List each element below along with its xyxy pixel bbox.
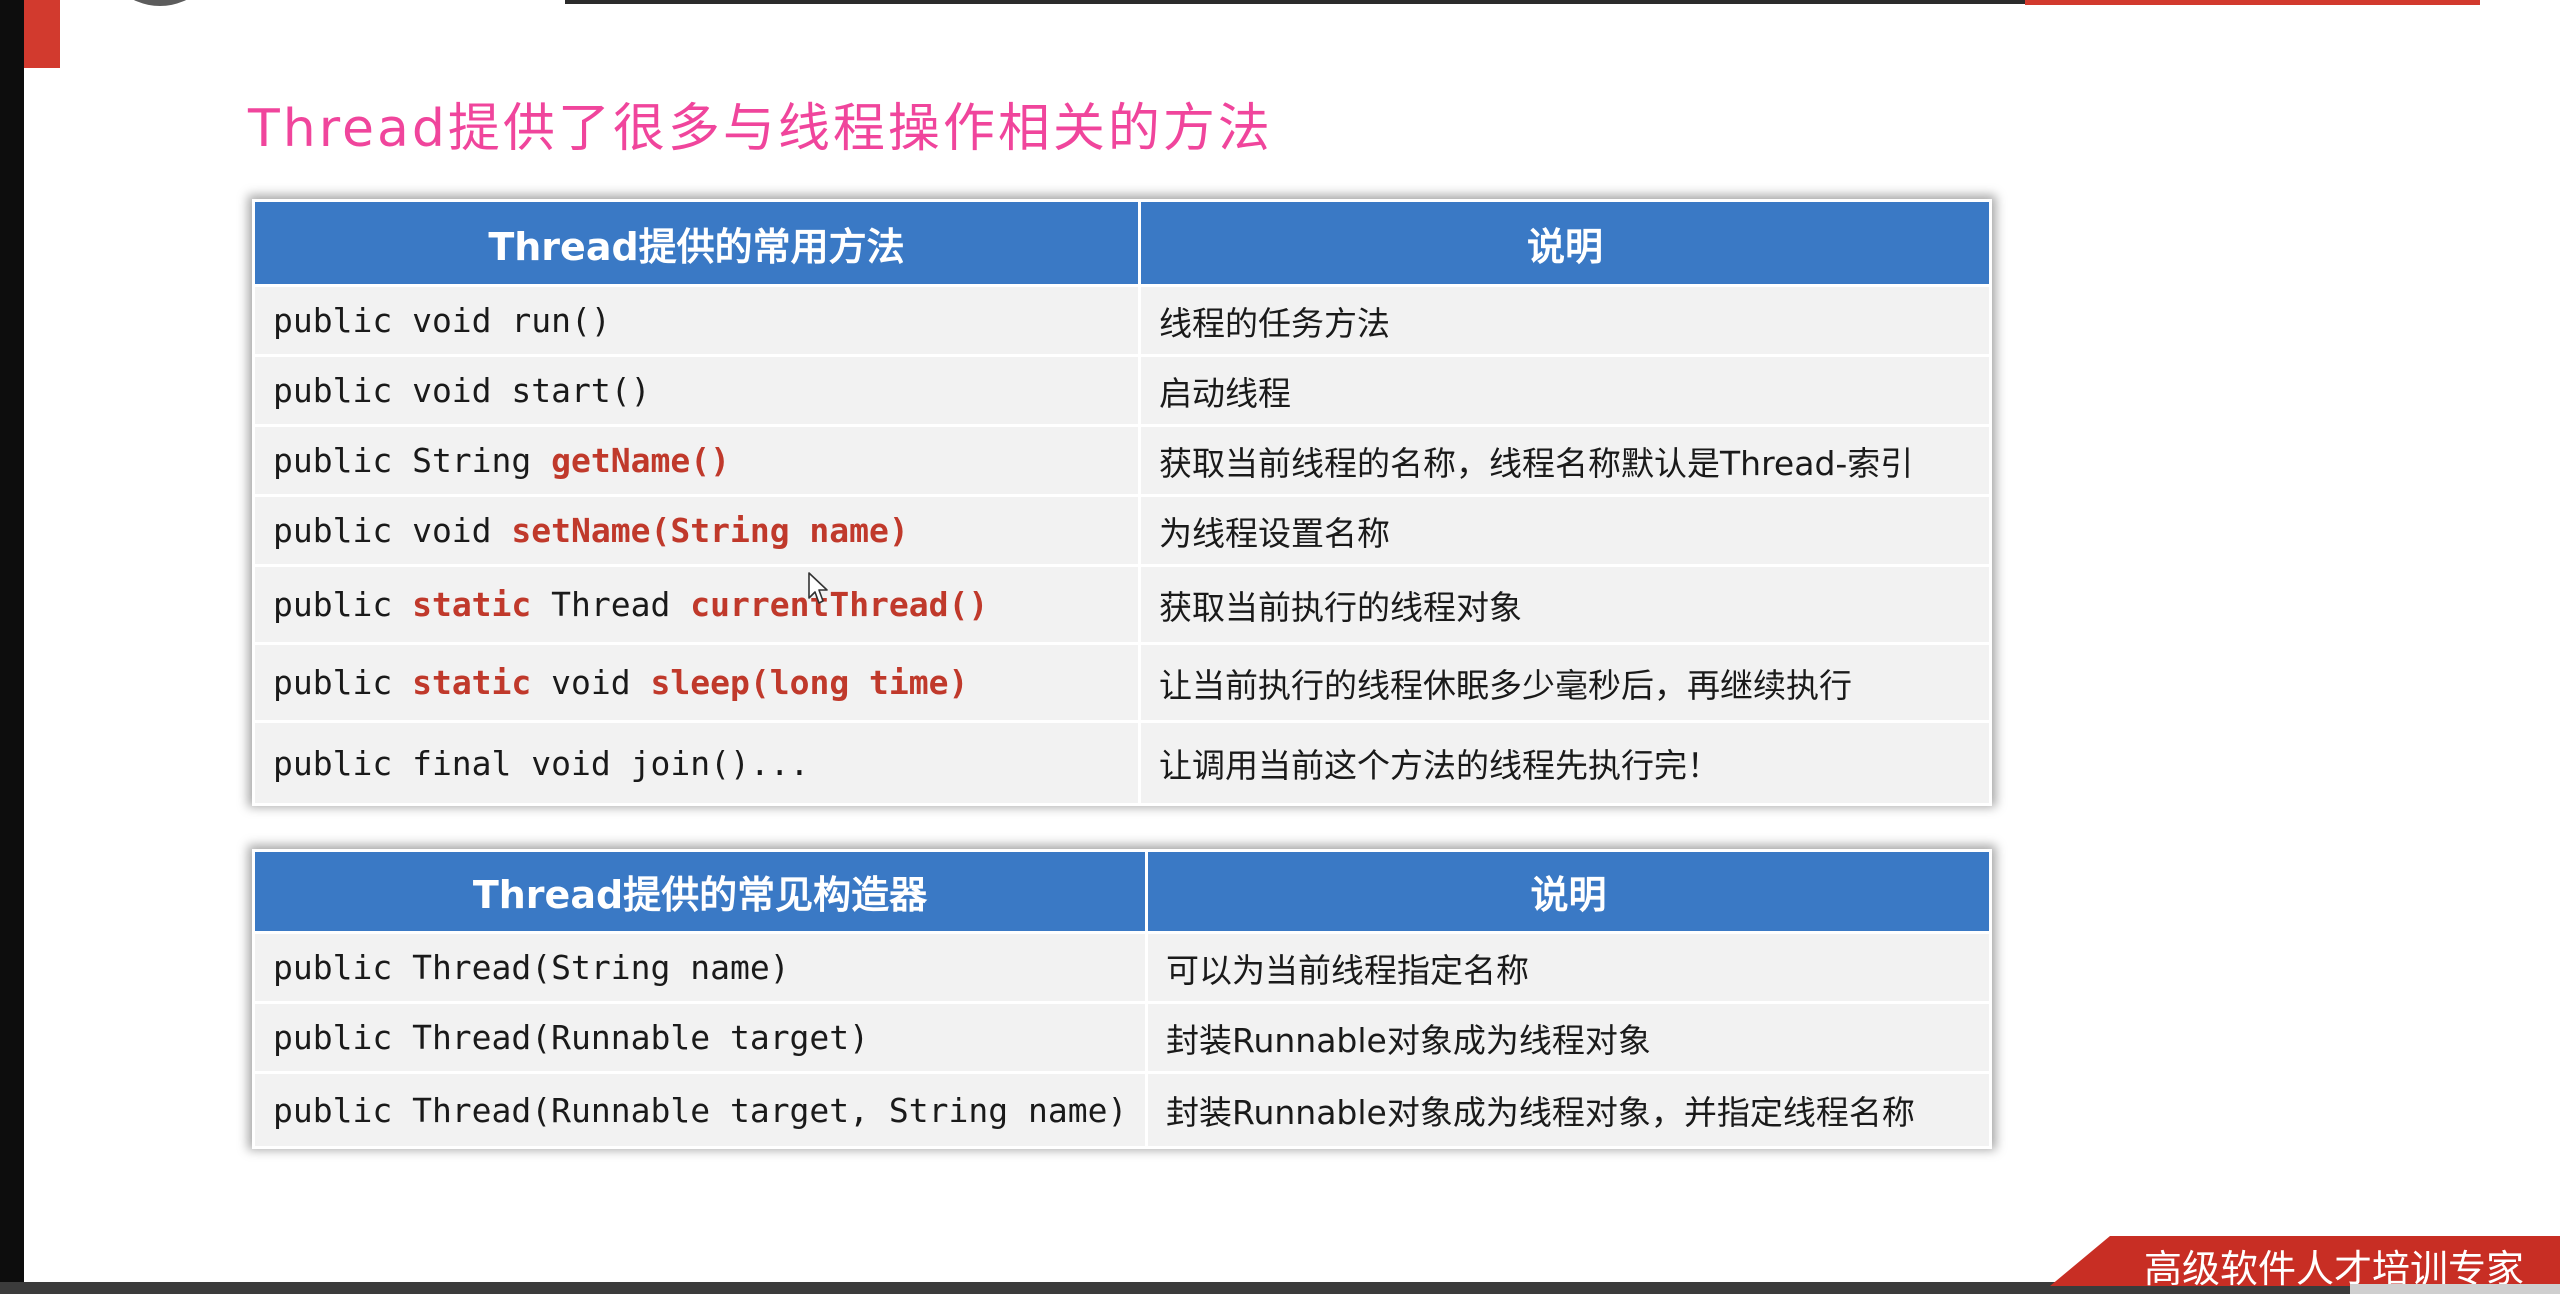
constructors-table-header: Thread提供的常见构造器 说明 [252,849,1992,934]
method-description: 让调用当前这个方法的线程先执行完！ [1138,720,1992,806]
constructors-table: Thread提供的常见构造器 说明 public Thread(String n… [252,849,1992,1149]
method-signature: public void setName(String name) [252,494,1141,567]
method-signature: public void run() [252,284,1141,357]
table-row: public void run() 线程的任务方法 [252,284,1992,357]
methods-header-desc: 说明 [1138,199,1992,287]
footer-strip [2350,1284,2560,1294]
method-signature: public static void sleep(long time) [252,642,1141,723]
constructor-description: 封装Runnable对象成为线程对象，并指定线程名称 [1145,1071,1992,1149]
methods-table-header: Thread提供的常用方法 说明 [252,199,1992,287]
table-row: public void setName(String name) 为线程设置名称 [252,494,1992,567]
top-divider-accent [2025,0,2480,5]
table-row: public void start() 启动线程 [252,354,1992,427]
table-row: public static void sleep(long time) 让当前执… [252,642,1992,723]
method-signature: public static Thread currentThread() [252,564,1141,645]
methods-table: Thread提供的常用方法 说明 public void run() 线程的任务… [252,199,1992,806]
method-description: 为线程设置名称 [1138,494,1992,567]
table-row: public final void join()... 让调用当前这个方法的线程… [252,720,1992,806]
table-row: public Thread(String name) 可以为当前线程指定名称 [252,931,1992,1004]
constructors-header-constructor: Thread提供的常见构造器 [252,849,1148,934]
method-description: 线程的任务方法 [1138,284,1992,357]
method-signature: public void start() [252,354,1141,427]
table-row: public String getName() 获取当前线程的名称，线程名称默认… [252,424,1992,497]
method-description: 让当前执行的线程休眠多少毫秒后，再继续执行 [1138,642,1992,723]
constructor-description: 封装Runnable对象成为线程对象 [1145,1001,1992,1074]
left-window-edge [0,0,24,1294]
top-divider [565,0,2025,4]
table-row: public Thread(Runnable target) 封装Runnabl… [252,1001,1992,1074]
method-signature: public String getName() [252,424,1141,497]
slide-title: Thread提供了很多与线程操作相关的方法 [248,99,1273,159]
footer-brand-banner: 高级软件人才培训专家 [2050,1236,2560,1286]
constructor-description: 可以为当前线程指定名称 [1145,931,1992,1004]
methods-header-method: Thread提供的常用方法 [252,199,1141,287]
method-description: 启动线程 [1138,354,1992,427]
corner-red-tab [24,0,60,68]
method-description: 获取当前执行的线程对象 [1138,564,1992,645]
method-signature: public final void join()... [252,720,1141,806]
constructor-signature: public Thread(Runnable target, String na… [252,1071,1148,1149]
constructors-header-desc: 说明 [1145,849,1992,934]
table-row: public Thread(Runnable target, String na… [252,1071,1992,1149]
logo-circle-partial [100,0,220,6]
table-row: public static Thread currentThread() 获取当… [252,564,1992,645]
constructor-signature: public Thread(String name) [252,931,1148,1004]
mouse-cursor-icon [808,572,828,604]
method-description: 获取当前线程的名称，线程名称默认是Thread-索引 [1138,424,1992,497]
constructor-signature: public Thread(Runnable target) [252,1001,1148,1074]
